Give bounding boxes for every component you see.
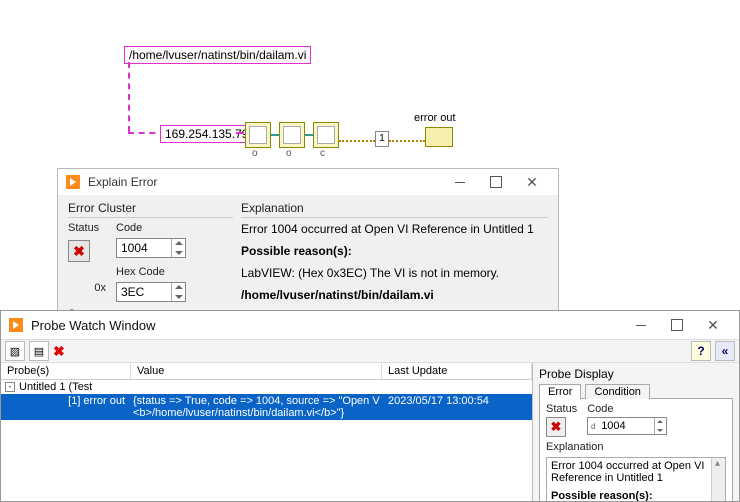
node-o2-label: o [286, 148, 292, 159]
wire-path [128, 62, 130, 132]
labview-icon [9, 318, 23, 332]
maximize-button[interactable] [659, 314, 695, 336]
explain-line2: LabVIEW: (Hex 0x3EC) The VI is not in me… [241, 266, 548, 280]
open-app-ref-node[interactable] [245, 122, 271, 148]
delete-probe-button[interactable]: ✖ [53, 343, 71, 360]
pd-code-value: 1004 [598, 420, 654, 432]
probe-display-box: Status ✖ Code d 1004 Explanation Error [539, 398, 733, 501]
col-last[interactable]: Last Update [382, 363, 532, 379]
error-wire2 [389, 140, 425, 142]
pd-explanation-label: Explanation [546, 441, 726, 453]
probe-row-selected[interactable]: [1] error out {status => True, code => 1… [1, 394, 532, 420]
node-o-label: o [252, 148, 258, 159]
node-c-label: c [320, 148, 325, 159]
minimize-button[interactable] [623, 314, 659, 336]
scrollbar[interactable] [711, 458, 725, 501]
status-led[interactable]: ✖ [68, 240, 90, 262]
block-diagram: /home/lvuser/natinst/bin/dailam.vi 169.2… [0, 0, 740, 160]
probe-list-panel: Probe(s) Value Last Update - Untitled 1 … [1, 363, 533, 501]
pd-code-radix[interactable]: d [588, 422, 598, 431]
pd-code-spinner[interactable] [654, 418, 666, 434]
explain-line3: /home/lvuser/natinst/bin/dailam.vi [241, 288, 548, 302]
explanation-text: Error 1004 occurred at Open VI Reference… [241, 222, 548, 302]
explanation-header: Explanation [241, 201, 548, 218]
expand-icon[interactable]: - [5, 382, 15, 392]
pd-exp-line: Error 1004 occurred at Open VI Reference… [551, 460, 721, 484]
explain-error-window: Explain Error Error Cluster Status Code … [57, 168, 559, 314]
probe-display-header: Probe Display [539, 367, 733, 381]
wire-ref2 [305, 134, 313, 136]
error-wire [339, 140, 375, 142]
pd-status-label: Status [546, 403, 577, 415]
tree-root-label: Untitled 1 (Test [19, 381, 92, 393]
close-button[interactable] [695, 314, 731, 336]
pd-possible: Possible reason(s): [551, 490, 721, 501]
explain-title: Explain Error [88, 175, 442, 189]
pd-code-field[interactable]: d 1004 [587, 417, 667, 435]
probe-row-name: [1] error out [1, 394, 131, 420]
probe-row-time: 2023/05/17 13:00:54 [382, 394, 532, 420]
hex-spinner[interactable] [171, 283, 185, 301]
labview-icon [66, 175, 80, 189]
hex-label: Hex Code [116, 266, 233, 278]
error-x-icon: ✖ [551, 419, 562, 435]
pd-explanation-box[interactable]: Error 1004 occurred at Open VI Reference… [546, 457, 726, 501]
probe-display-panel: Probe Display Error Condition Status ✖ C… [533, 363, 739, 501]
new-probe-button[interactable]: ▨ [5, 341, 25, 361]
probe-toolbar: ▨ ▤ ✖ ? « [1, 339, 739, 363]
tab-condition[interactable]: Condition [585, 384, 649, 399]
probe-titlebar[interactable]: Probe Watch Window [1, 311, 739, 339]
probe-title: Probe Watch Window [31, 318, 623, 333]
error-out-indicator[interactable] [425, 127, 453, 147]
probe-list[interactable]: - Untitled 1 (Test [1] error out {status… [1, 380, 532, 501]
explain-titlebar[interactable]: Explain Error [58, 169, 558, 195]
select-probe-button[interactable]: ▤ [29, 341, 49, 361]
hex-field[interactable]: 3EC [116, 282, 186, 302]
col-value[interactable]: Value [131, 363, 382, 379]
collapse-button[interactable]: « [715, 341, 735, 361]
probe-watch-window: Probe Watch Window ▨ ▤ ✖ ? « Probe(s) Va… [0, 310, 740, 502]
error-x-icon: ✖ [73, 243, 85, 260]
status-label: Status [68, 222, 110, 234]
close-ref-node[interactable] [313, 122, 339, 148]
probe-row-value: {status => True, code => 1004, source =>… [131, 394, 382, 420]
probe-1-indicator[interactable]: 1 [375, 131, 389, 147]
hex-prefix: 0x [68, 282, 110, 294]
help-button[interactable]: ? [691, 341, 711, 361]
explain-line1: Error 1004 occurred at Open VI Reference… [241, 222, 548, 236]
list-header: Probe(s) Value Last Update [1, 363, 532, 380]
code-spinner[interactable] [171, 239, 185, 257]
vi-path-constant[interactable]: /home/lvuser/natinst/bin/dailam.vi [124, 46, 311, 64]
code-label: Code [116, 222, 233, 234]
code-field[interactable]: 1004 [116, 238, 186, 258]
error-out-label: error out [414, 112, 456, 124]
wire-ref1 [271, 134, 279, 136]
tab-error[interactable]: Error [539, 384, 581, 399]
pd-status-led[interactable]: ✖ [546, 417, 566, 437]
hex-value: 3EC [121, 285, 144, 299]
minimize-button[interactable] [442, 171, 478, 193]
error-cluster-header: Error Cluster [68, 201, 233, 218]
col-probe[interactable]: Probe(s) [1, 363, 131, 379]
explanation-panel: Explanation Error 1004 occurred at Open … [241, 201, 548, 320]
pd-code-label: Code [587, 403, 667, 415]
open-vi-ref-node[interactable] [279, 122, 305, 148]
ip-constant[interactable]: 169.254.135.79 [160, 125, 253, 143]
code-value: 1004 [121, 241, 148, 255]
tree-root-row[interactable]: - Untitled 1 (Test [1, 380, 532, 394]
close-button[interactable] [514, 171, 550, 193]
probe-display-tabs: Error Condition [539, 384, 733, 399]
explain-possible: Possible reason(s): [241, 244, 548, 258]
wire-ip [236, 132, 244, 134]
error-cluster-panel: Error Cluster Status Code ✖ 1004 Hex Cod… [68, 201, 233, 320]
maximize-button[interactable] [478, 171, 514, 193]
